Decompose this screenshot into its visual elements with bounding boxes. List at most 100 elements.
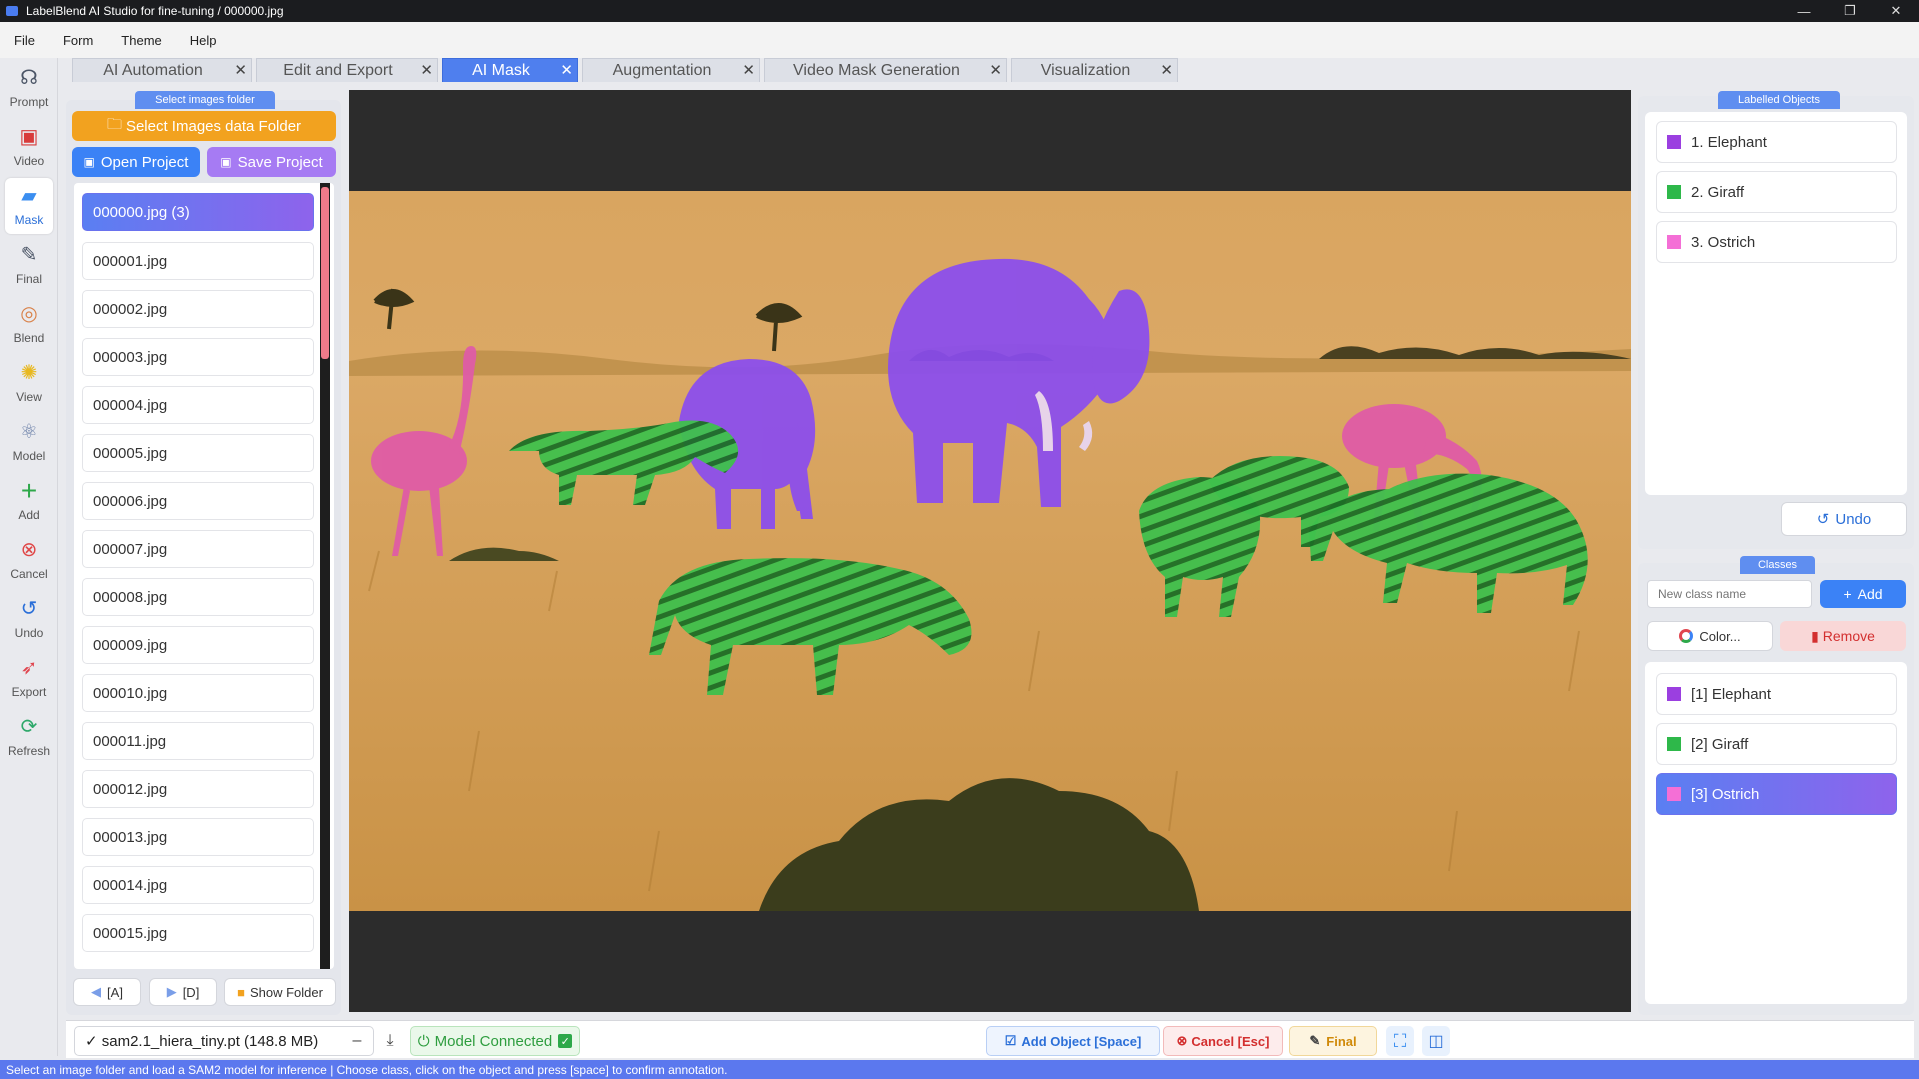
tool-cancel[interactable]: ⊗ Cancel <box>5 532 53 588</box>
save-project-button[interactable]: ▣ Save Project <box>207 147 336 177</box>
object-item-giraff[interactable]: 2. Giraff <box>1656 171 1897 213</box>
tab-ai-mask[interactable]: AI Mask ✕ <box>442 58 578 82</box>
title-bar: LabelBlend AI Studio for fine-tuning / 0… <box>0 0 1919 22</box>
model-status-badge: ⏻ Model Connected ✓ <box>410 1026 580 1056</box>
download-icon[interactable]: ⤓ <box>378 1026 402 1056</box>
annotated-image[interactable] <box>349 191 1631 911</box>
list-item[interactable]: 000007.jpg <box>82 530 314 568</box>
color-button-label: Color... <box>1699 628 1741 644</box>
tab-augmentation[interactable]: Augmentation ✕ <box>582 58 760 82</box>
menu-form[interactable]: Form <box>49 33 107 48</box>
class-item-elephant[interactable]: [1] Elephant <box>1656 673 1897 715</box>
list-item[interactable]: 000006.jpg <box>82 482 314 520</box>
prev-image-button[interactable]: ◀ [A] <box>73 978 141 1006</box>
class-item-ostrich[interactable]: [3] Ostrich <box>1656 773 1897 815</box>
tab-edit-and-export[interactable]: Edit and Export ✕ <box>256 58 438 82</box>
tool-final[interactable]: ✎ Final <box>5 237 53 293</box>
show-folder-button[interactable]: ■ Show Folder <box>224 978 336 1006</box>
tab-ai-automation[interactable]: AI Automation ✕ <box>72 58 252 82</box>
undo-icon: ↺ <box>1816 511 1830 528</box>
open-project-label: Open Project <box>100 153 189 171</box>
next-image-label: [D] <box>182 984 200 1000</box>
tool-video[interactable]: ▣ Video <box>5 119 53 175</box>
class-label: [3] Ostrich <box>1691 785 1760 803</box>
undo-button[interactable]: ↺ Undo <box>1781 502 1907 536</box>
cancel-annotation-button[interactable]: ⊗ Cancel [Esc] <box>1163 1026 1283 1056</box>
list-item[interactable]: 000011.jpg <box>82 722 314 760</box>
model-icon: ⚛ <box>20 421 38 443</box>
next-image-button[interactable]: ▶ [D] <box>149 978 217 1006</box>
list-item[interactable]: 000009.jpg <box>82 626 314 664</box>
color-swatch <box>1667 185 1681 199</box>
close-icon[interactable]: ✕ <box>1160 61 1173 79</box>
close-icon[interactable]: ✕ <box>560 61 573 79</box>
tool-undo[interactable]: ↺ Undo <box>5 591 53 647</box>
list-item[interactable]: 000003.jpg <box>82 338 314 376</box>
list-item[interactable]: 000002.jpg <box>82 290 314 328</box>
object-item-ostrich[interactable]: 3. Ostrich <box>1656 221 1897 263</box>
tool-label: Blend <box>13 331 45 345</box>
list-item[interactable]: 000010.jpg <box>82 674 314 712</box>
close-icon[interactable]: ✕ <box>742 61 755 79</box>
pen-icon: ✎ <box>20 244 38 266</box>
prompt-icon: ☊ <box>20 67 38 89</box>
add-icon: + <box>20 475 38 506</box>
add-object-button[interactable]: ☑ Add Object [Space] <box>986 1026 1160 1056</box>
images-panel-label: Select images folder <box>135 91 275 109</box>
list-item[interactable]: 000000.jpg (3) <box>82 193 314 231</box>
close-icon[interactable]: ✕ <box>420 61 433 79</box>
arrow-left-icon: ◀ <box>91 984 102 999</box>
check-icon: ✓ <box>558 1034 573 1048</box>
tool-view[interactable]: ✺ View <box>5 355 53 411</box>
tool-export[interactable]: ➶ Export <box>5 650 53 706</box>
minimize-button[interactable]: — <box>1781 0 1827 22</box>
select-folder-button[interactable]: 🗀 Select Images data Folder <box>72 111 336 141</box>
list-item[interactable]: 000001.jpg <box>82 242 314 280</box>
list-item[interactable]: 000008.jpg <box>82 578 314 616</box>
list-item[interactable]: 000004.jpg <box>82 386 314 424</box>
tab-visualization[interactable]: Visualization ✕ <box>1011 58 1178 82</box>
tool-mask[interactable]: ▰ Mask <box>5 178 53 234</box>
final-button[interactable]: ✎ Final <box>1289 1026 1377 1056</box>
menu-theme[interactable]: Theme <box>107 33 175 48</box>
undo-label: Undo <box>1835 510 1872 528</box>
tool-blend[interactable]: ◎ Blend <box>5 296 53 352</box>
save-project-icon: ▣ <box>220 155 232 169</box>
model-select[interactable]: ✓ sam2.1_hiera_tiny.pt (148.8 MB) <box>74 1026 374 1056</box>
undo-icon: ↺ <box>20 598 38 620</box>
close-icon[interactable]: ✕ <box>989 61 1002 79</box>
model-unload-button[interactable]: – <box>346 1026 368 1056</box>
tool-prompt[interactable]: ☊ Prompt <box>5 60 53 116</box>
tab-video-mask-generation[interactable]: Video Mask Generation ✕ <box>764 58 1007 82</box>
fullscreen-icon[interactable]: ⛶ <box>1386 1026 1414 1056</box>
class-name-input[interactable] <box>1647 580 1812 608</box>
list-item[interactable]: 000005.jpg <box>82 434 314 472</box>
list-item[interactable]: 000015.jpg <box>82 914 314 952</box>
tool-add[interactable]: + Add <box>5 473 53 529</box>
maximize-button[interactable]: ❐ <box>1827 0 1873 22</box>
file-list-scroll-thumb[interactable] <box>321 187 329 359</box>
tool-refresh[interactable]: ⟳ Refresh <box>5 709 53 765</box>
folder-icon: 🗀 <box>106 115 122 133</box>
close-button[interactable]: ✕ <box>1873 0 1919 22</box>
color-swatch <box>1667 787 1681 801</box>
tool-model[interactable]: ⚛ Model <box>5 414 53 470</box>
list-item[interactable]: 000012.jpg <box>82 770 314 808</box>
list-item[interactable]: 000014.jpg <box>82 866 314 904</box>
close-icon[interactable]: ✕ <box>234 61 247 79</box>
split-view-icon[interactable]: ◫ <box>1422 1026 1450 1056</box>
add-class-button[interactable]: + Add <box>1820 580 1906 608</box>
color-button[interactable]: Color... <box>1647 621 1773 651</box>
model-select-value: ✓ sam2.1_hiera_tiny.pt (148.8 MB) <box>85 1033 319 1050</box>
list-item[interactable]: 000013.jpg <box>82 818 314 856</box>
class-item-giraff[interactable]: [2] Giraff <box>1656 723 1897 765</box>
export-icon: ➶ <box>20 657 38 679</box>
menu-bar: File Form Theme Help <box>0 22 1919 58</box>
labelled-objects-list <box>1645 112 1907 495</box>
open-project-button[interactable]: ▣ Open Project <box>72 147 200 177</box>
tool-label: Model <box>12 449 46 463</box>
object-item-elephant[interactable]: 1. Elephant <box>1656 121 1897 163</box>
remove-class-button[interactable]: ▮ Remove <box>1780 621 1906 651</box>
menu-help[interactable]: Help <box>176 33 231 48</box>
menu-file[interactable]: File <box>0 33 49 48</box>
